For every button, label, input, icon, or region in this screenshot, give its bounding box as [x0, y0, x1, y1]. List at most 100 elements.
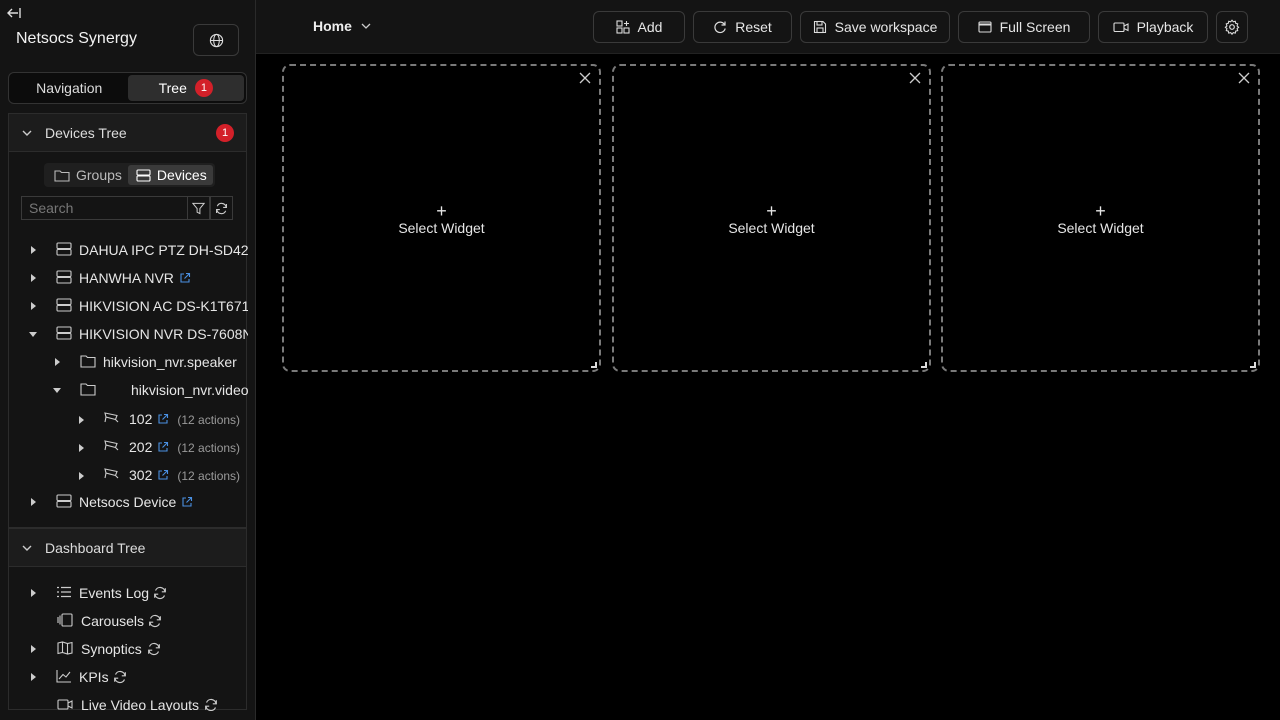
actions-count: (12 actions): [177, 413, 241, 427]
tree-node-speaker[interactable]: hikvision_nvr.speaker: [9, 348, 248, 376]
tree-node-label: Netsocs Device: [79, 494, 177, 510]
playback-button[interactable]: Playback: [1098, 11, 1208, 43]
tree-node-label: 102: [129, 411, 153, 427]
tree-node-label: hikvision_nvr.speaker: [103, 354, 237, 370]
resize-handle[interactable]: [591, 362, 597, 368]
resize-handle[interactable]: [1250, 362, 1256, 368]
tree-node-hikvision-ac[interactable]: HIKVISION AC DS-K1T671M: [9, 292, 248, 320]
caret-right-icon: [79, 472, 84, 480]
settings-button[interactable]: [1216, 11, 1248, 43]
dashboard-node-carousels[interactable]: Carousels: [9, 607, 248, 635]
chevron-down-icon: [22, 545, 32, 551]
server-icon: [56, 298, 72, 312]
tab-navigation[interactable]: Navigation: [11, 75, 128, 101]
widget-slot-3[interactable]: + Select Widget: [941, 64, 1260, 372]
refresh-icon[interactable]: [148, 614, 162, 628]
external-link-icon[interactable]: [157, 469, 169, 481]
external-link-icon[interactable]: [181, 496, 193, 508]
dashboard-node-label: Synoptics: [81, 641, 142, 657]
select-widget-button[interactable]: + Select Widget: [614, 202, 929, 236]
save-workspace-button[interactable]: Save workspace: [800, 11, 950, 43]
language-button[interactable]: [193, 24, 239, 56]
caret-down-icon: [29, 332, 37, 337]
caret-down-icon: [53, 388, 61, 393]
dashboard-node-kpis[interactable]: KPIs: [9, 663, 248, 691]
external-link-icon[interactable]: [157, 441, 169, 453]
reset-button[interactable]: Reset: [693, 11, 792, 43]
select-widget-button[interactable]: + Select Widget: [284, 202, 599, 236]
tree-node-dahua[interactable]: DAHUA IPC PTZ DH-SD422: [9, 236, 248, 264]
caret-right-icon: [31, 274, 36, 282]
tab-tree-label: Tree: [158, 80, 187, 96]
refresh-icon[interactable]: [204, 698, 218, 711]
tree-node-camera-102[interactable]: 102 (12 actions): [9, 404, 248, 435]
devices-tree-header[interactable]: Devices Tree 1: [9, 114, 246, 152]
close-icon[interactable]: [1238, 72, 1250, 84]
search-input[interactable]: [21, 196, 187, 220]
tree-node-hanwha[interactable]: HANWHA NVR: [9, 264, 248, 292]
dashboard-node-synoptics[interactable]: Synoptics: [9, 635, 248, 663]
tree-node-label: HIKVISION NVR DS-7608NI: [79, 326, 248, 342]
caret-right-icon: [31, 498, 36, 506]
server-icon: [56, 494, 72, 508]
filter-button[interactable]: [187, 196, 210, 220]
dashboard-tree-title: Dashboard Tree: [45, 539, 146, 556]
refresh-icon[interactable]: [147, 642, 161, 656]
external-link-icon[interactable]: [157, 413, 169, 425]
close-icon[interactable]: [579, 72, 591, 84]
select-widget-button[interactable]: + Select Widget: [943, 202, 1258, 236]
tree-node-netsocs-device[interactable]: Netsocs Device: [9, 488, 248, 514]
refresh-icon[interactable]: [113, 670, 127, 684]
server-icon: [136, 168, 151, 182]
tree-node-hikvision-nvr[interactable]: HIKVISION NVR DS-7608NI: [9, 320, 248, 348]
tree-node-camera-302[interactable]: 302 (12 actions): [9, 460, 248, 491]
gear-icon: [1224, 19, 1240, 35]
dashboard-node-label: Live Video Layouts: [81, 697, 200, 711]
actions-count: (12 actions): [177, 441, 241, 455]
add-button-label: Add: [637, 19, 663, 35]
camera-icon: [104, 440, 119, 451]
tree-node-label-wrap: 202 (12 actions): [129, 439, 240, 455]
external-link-icon[interactable]: [179, 272, 191, 284]
close-icon[interactable]: [909, 72, 921, 84]
dashboard-node-label: Carousels: [81, 613, 145, 629]
page-select[interactable]: Home: [313, 18, 372, 34]
tree-node-label-wrap: HANWHA NVR: [79, 270, 191, 286]
server-icon: [56, 270, 72, 284]
caret-right-icon: [55, 358, 60, 366]
video-icon: [57, 699, 73, 710]
folder-icon: [80, 355, 96, 368]
dashboard-node-events-log[interactable]: Events Log: [9, 579, 248, 607]
tree-node-label: 202: [129, 439, 153, 455]
tree-node-video-channel[interactable]: hikvision_nvr.video_channel: [9, 376, 248, 404]
widget-slot-1[interactable]: + Select Widget: [282, 64, 601, 372]
collapse-sidebar-icon[interactable]: [6, 6, 24, 22]
save-workspace-label: Save workspace: [834, 19, 938, 35]
chevron-down-icon: [361, 23, 371, 29]
widget-slot-2[interactable]: + Select Widget: [612, 64, 931, 372]
refresh-icon[interactable]: [153, 586, 167, 600]
tree-node-label-wrap: Netsocs Device: [79, 494, 193, 510]
dashboard-node-live-video[interactable]: Live Video Layouts: [9, 691, 248, 711]
carousel-icon: [57, 613, 73, 627]
tree-badge: 1: [194, 79, 213, 97]
resize-handle[interactable]: [921, 362, 927, 368]
full-screen-button[interactable]: Full Screen: [958, 11, 1090, 43]
add-button[interactable]: Add: [593, 11, 685, 43]
app-title: Netsocs Synergy: [16, 30, 137, 47]
dashboard-tree-header[interactable]: Dashboard Tree: [9, 529, 246, 567]
devices-view-button[interactable]: Devices: [127, 165, 213, 185]
sidebar: Netsocs Synergy Navigation Tree 1 Device…: [0, 0, 256, 720]
select-widget-label: Select Widget: [728, 220, 815, 236]
full-screen-label: Full Screen: [999, 19, 1071, 35]
folder-icon: [54, 169, 70, 182]
devices-tree-list: DAHUA IPC PTZ DH-SD422 HANWHA NVR HIKVIS…: [9, 236, 248, 514]
plus-icon: +: [436, 201, 447, 221]
add-widget-icon: [615, 20, 630, 34]
camera-icon: [104, 412, 119, 423]
refresh-button[interactable]: [210, 196, 233, 220]
plus-icon: +: [766, 201, 777, 221]
groups-view-button[interactable]: Groups: [46, 165, 128, 185]
tree-node-camera-202[interactable]: 202 (12 actions): [9, 432, 248, 463]
tab-tree[interactable]: Tree 1: [127, 75, 244, 101]
